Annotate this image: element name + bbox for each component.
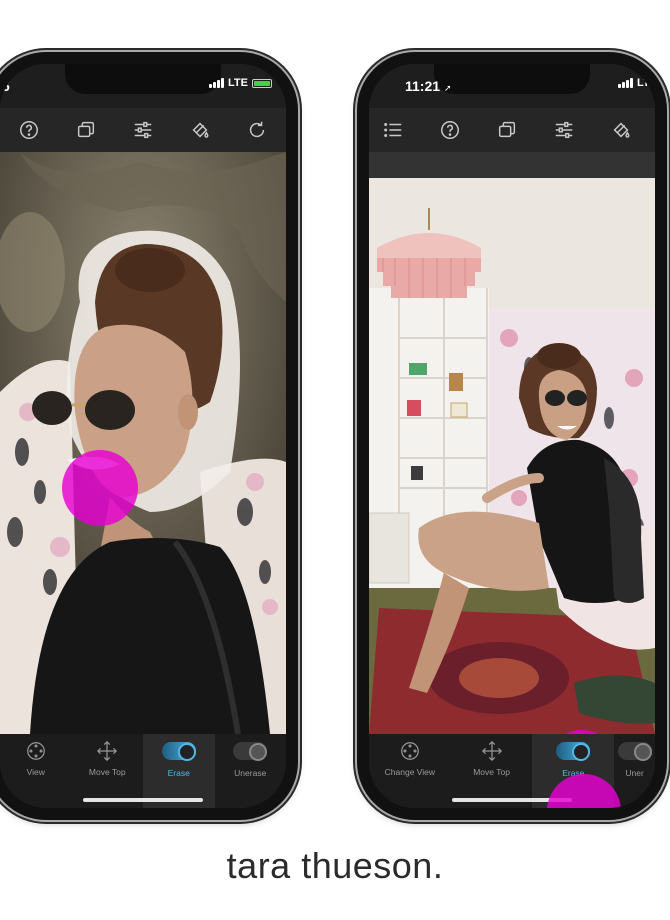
home-indicator[interactable] [83, 798, 203, 802]
change-view-label: Change View [384, 767, 436, 777]
sliders-icon[interactable] [131, 118, 155, 142]
move-icon [97, 740, 118, 762]
status-bar: 6 LTE [0, 64, 286, 108]
location-arrow-icon: ➚ [443, 83, 452, 93]
right-screen: 11:21 ➚ LTE Change View Move Top Erase U… [369, 64, 655, 808]
help-icon[interactable] [17, 118, 41, 142]
change-view-button[interactable]: View [0, 734, 72, 808]
move-top-button[interactable]: Move Top [451, 734, 533, 808]
bottom-toolbar: View Move Top Erase Unerase [0, 734, 286, 808]
help-icon[interactable] [438, 118, 462, 142]
right-phone: 11:21 ➚ LTE Change View Move Top Erase U… [357, 52, 667, 820]
change-view-icon [26, 742, 45, 760]
network-label: LTE [637, 77, 655, 89]
layers-icon[interactable] [74, 118, 98, 142]
unerase-button[interactable]: Unerase [215, 734, 287, 808]
touch-indicator [62, 450, 138, 526]
sliders-icon[interactable] [552, 118, 576, 142]
fill-icon[interactable] [188, 118, 212, 142]
change-view-icon [401, 742, 419, 760]
move-top-label: Move Top [473, 767, 510, 777]
toggle-off-icon [233, 742, 268, 761]
top-toolbar [0, 108, 286, 152]
move-top-label: Move Top [88, 767, 126, 777]
toggle-on-icon [556, 742, 591, 761]
change-view-label: View [26, 767, 45, 777]
left-screen: 6 LTE View Move Top Erase Unerase [0, 64, 286, 808]
unerase-label: Unerase [234, 768, 267, 778]
unerase-button[interactable]: Uner [614, 734, 655, 808]
battery-icon [252, 78, 272, 88]
move-icon [481, 740, 502, 762]
left-phone: 6 LTE View Move Top Erase Unerase [0, 52, 298, 820]
notch [65, 64, 221, 94]
toggle-off-icon [617, 742, 652, 761]
network-label: LTE [228, 77, 248, 89]
top-toolbar [369, 108, 655, 152]
menu-icon[interactable] [381, 118, 405, 142]
notch [434, 64, 590, 94]
erase-label: Erase [167, 768, 190, 778]
unerase-label: Uner [625, 768, 644, 778]
fill-icon[interactable] [609, 118, 633, 142]
portrait-photo [0, 152, 286, 734]
undo-icon[interactable] [245, 118, 269, 142]
status-right: LTE [618, 77, 655, 89]
status-time: 11:21 ➚ [405, 78, 452, 94]
status-time: 6 [2, 78, 10, 94]
status-right: LTE [209, 77, 272, 89]
signal-icon [209, 78, 225, 88]
signal-icon [618, 78, 634, 88]
layer-strip [369, 152, 655, 178]
layers-icon[interactable] [495, 118, 519, 142]
edit-canvas[interactable] [369, 178, 655, 734]
move-top-button[interactable]: Move Top [72, 734, 144, 808]
status-bar: 11:21 ➚ LTE [369, 64, 655, 108]
edit-canvas[interactable] [0, 152, 286, 734]
brand-watermark: tara thueson. [226, 845, 444, 886]
change-view-button[interactable]: Change View [369, 734, 451, 808]
toggle-on-icon [161, 742, 196, 761]
room-photo [369, 178, 655, 734]
erase-button[interactable]: Erase [143, 734, 215, 808]
